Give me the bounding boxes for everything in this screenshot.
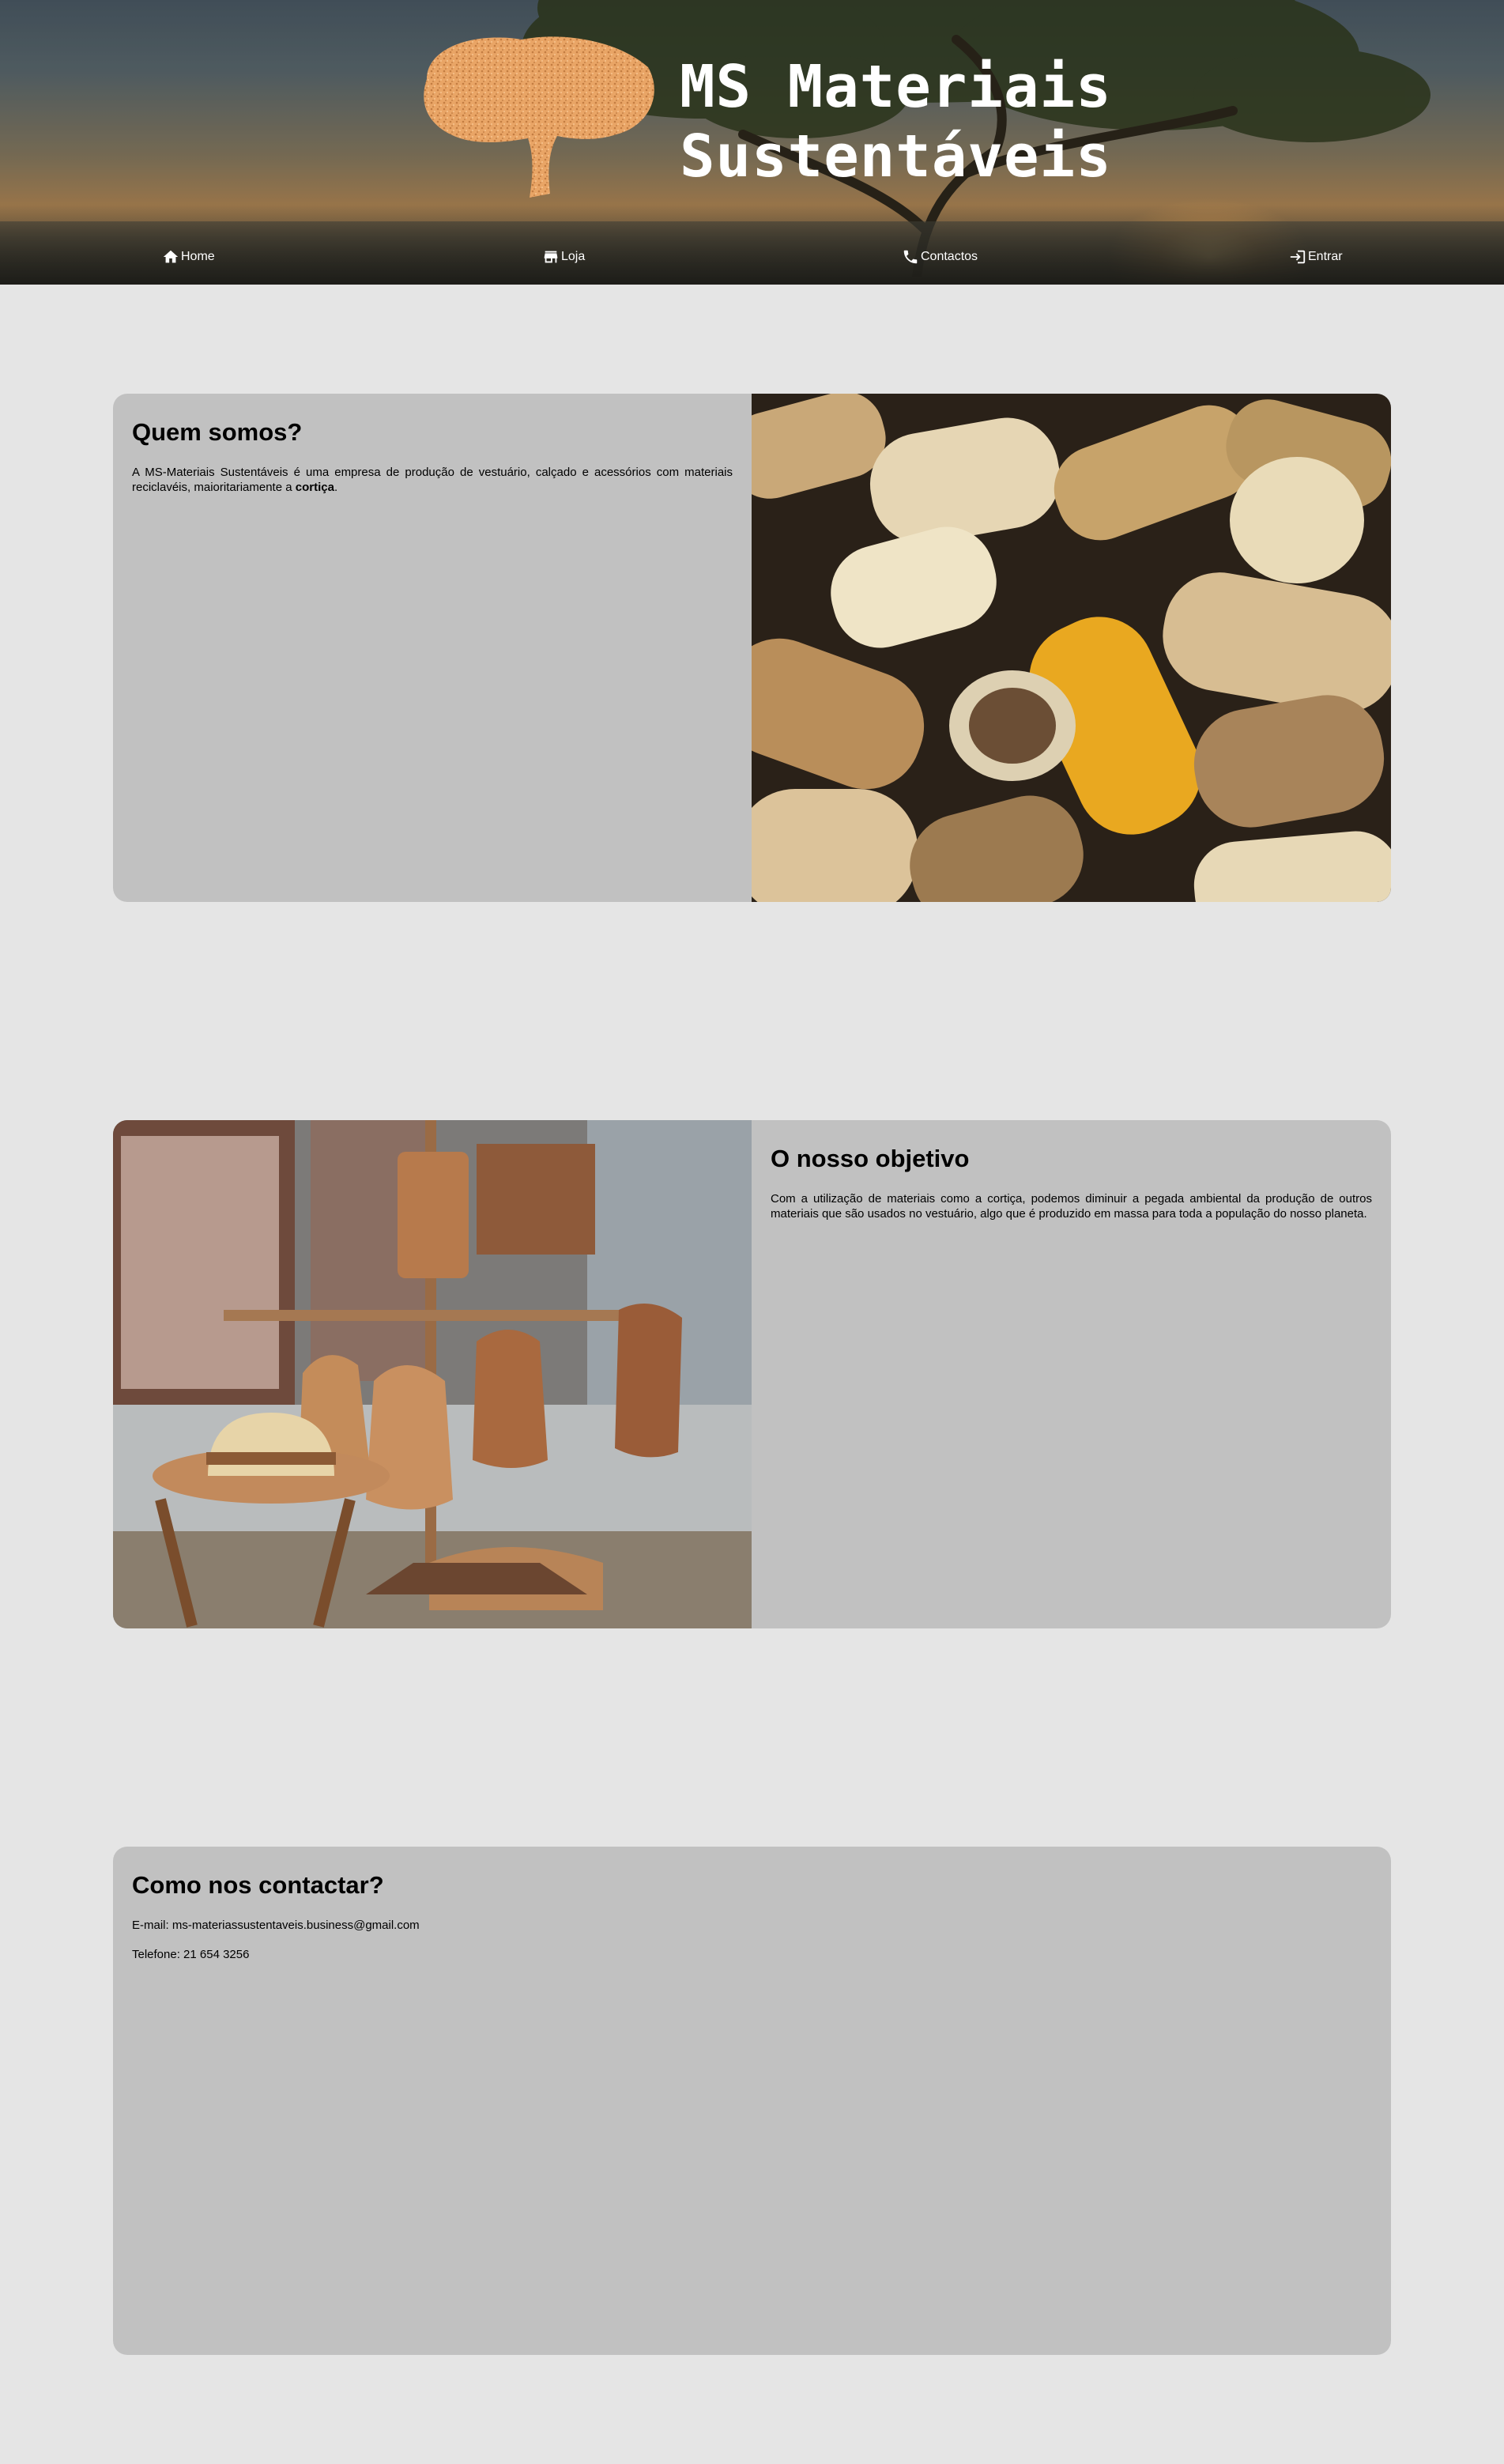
goal-card: O nosso objetivo Com a utilização de mat… [113, 1120, 1391, 1628]
nav-login[interactable]: Entrar [1289, 248, 1343, 266]
goal-text: O nosso objetivo Com a utilização de mat… [752, 1120, 1391, 1221]
goal-description: Com a utilização de materiais como a cor… [771, 1192, 1372, 1221]
cork-tree-logo [424, 36, 654, 198]
about-card: Quem somos? A MS-Materiais Sustentáveis … [113, 394, 1391, 902]
nav-home-label: Home [181, 250, 215, 263]
nav-contacts[interactable]: Contactos [902, 248, 978, 266]
contact-text: Como nos contactar? E-mail: ms-materiass… [113, 1847, 1391, 1976]
nav-shop-label: Loja [561, 250, 586, 263]
nav-home[interactable]: Home [162, 248, 215, 266]
contact-title: Como nos contactar? [132, 1871, 384, 1899]
wine-corks-photo [752, 394, 1391, 902]
contact-email: E-mail: ms-materiassustentaveis.business… [132, 1919, 420, 1932]
store-icon [544, 251, 558, 263]
goal-title: O nosso objetivo [771, 1145, 970, 1172]
cork-bags-hats-photo [113, 1120, 752, 1628]
nav-shop[interactable]: Loja [542, 248, 585, 266]
site-header: MS Materiais Sustentáveis Home Loja Cont… [0, 0, 1504, 285]
contact-phone: Telefone: 21 654 3256 [132, 1948, 250, 1961]
login-icon [1290, 250, 1306, 264]
phone-icon [903, 250, 918, 264]
site-title-line2: Sustentáveis [680, 123, 1112, 191]
about-title: Quem somos? [132, 418, 303, 446]
site-title-line1: MS Materiais [680, 53, 1112, 121]
nav-login-label: Entrar [1308, 250, 1343, 263]
about-description: A MS-Materiais Sustentáveis é uma empres… [132, 466, 733, 494]
home-icon [163, 250, 179, 263]
contact-card: Como nos contactar? E-mail: ms-materiass… [113, 1847, 1391, 2355]
about-highlight: cortiça [295, 481, 334, 494]
site-title: MS Materiais Sustentáveis [680, 52, 1112, 191]
main-nav: Home Loja Contactos Entrar [0, 248, 1504, 275]
about-text: Quem somos? A MS-Materiais Sustentáveis … [113, 394, 752, 495]
nav-contacts-label: Contactos [921, 250, 978, 263]
